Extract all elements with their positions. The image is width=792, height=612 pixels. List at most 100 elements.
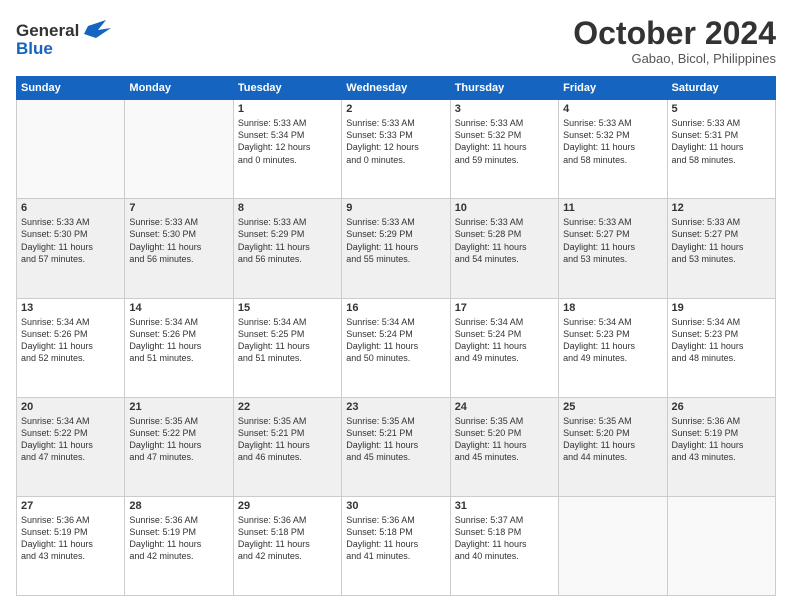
day-number: 21 (129, 401, 228, 413)
day-info: Sunrise: 5:36 AMSunset: 5:19 PMDaylight:… (21, 514, 120, 563)
day-number: 25 (563, 401, 662, 413)
logo: General Blue (16, 16, 126, 65)
day-info: Sunrise: 5:36 AMSunset: 5:19 PMDaylight:… (672, 415, 771, 464)
header: General Blue October 2024 Gabao, Bicol, … (16, 16, 776, 66)
header-wednesday: Wednesday (342, 77, 450, 100)
svg-text:Blue: Blue (16, 39, 53, 58)
day-info: Sunrise: 5:33 AMSunset: 5:32 PMDaylight:… (563, 117, 662, 166)
day-number: 15 (238, 302, 337, 314)
table-row: 7 Sunrise: 5:33 AMSunset: 5:30 PMDaylight… (125, 199, 233, 298)
calendar-week-row: 1 Sunrise: 5:33 AMSunset: 5:34 PMDaylight… (17, 100, 776, 199)
day-number: 16 (346, 302, 445, 314)
day-number: 2 (346, 103, 445, 115)
table-row: 12Sunrise: 5:33 AMSunset: 5:27 PMDayligh… (667, 199, 775, 298)
day-number: 10 (455, 202, 554, 214)
day-info: Sunrise: 5:34 AMSunset: 5:25 PMDaylight:… (238, 316, 337, 365)
day-number: 27 (21, 500, 120, 512)
calendar-week-row: 20Sunrise: 5:34 AMSunset: 5:22 PMDayligh… (17, 397, 776, 496)
calendar-header-row: Sunday Monday Tuesday Wednesday Thursday… (17, 77, 776, 100)
day-number: 14 (129, 302, 228, 314)
day-number: 28 (129, 500, 228, 512)
day-info: Sunrise: 5:33 AMSunset: 5:30 PMDaylight:… (129, 216, 228, 265)
day-info: Sunrise: 5:33 AMSunset: 5:27 PMDaylight:… (563, 216, 662, 265)
day-number: 13 (21, 302, 120, 314)
page: General Blue October 2024 Gabao, Bicol, … (0, 0, 792, 612)
day-info: Sunrise: 5:36 AMSunset: 5:19 PMDaylight:… (129, 514, 228, 563)
day-info: Sunrise: 5:35 AMSunset: 5:22 PMDaylight:… (129, 415, 228, 464)
day-info: Sunrise: 5:35 AMSunset: 5:21 PMDaylight:… (346, 415, 445, 464)
table-row: 6Sunrise: 5:33 AMSunset: 5:30 PMDaylight… (17, 199, 125, 298)
header-monday: Monday (125, 77, 233, 100)
header-tuesday: Tuesday (233, 77, 341, 100)
day-info: Sunrise: 5:33 AMSunset: 5:32 PMDaylight:… (455, 117, 554, 166)
day-number: 5 (672, 103, 771, 115)
day-number: 8 (238, 202, 337, 214)
svg-text:General: General (16, 21, 79, 40)
table-row (559, 496, 667, 595)
table-row: 25Sunrise: 5:35 AMSunset: 5:20 PMDayligh… (559, 397, 667, 496)
table-row: 10 Sunrise: 5:33 AMSunset: 5:28 PMDayligh… (450, 199, 558, 298)
table-row: 26Sunrise: 5:36 AMSunset: 5:19 PMDayligh… (667, 397, 775, 496)
day-number: 11 (563, 202, 662, 214)
header-friday: Friday (559, 77, 667, 100)
table-row: 5 Sunrise: 5:33 AMSunset: 5:31 PMDaylight… (667, 100, 775, 199)
day-info: Sunrise: 5:33 AMSunset: 5:33 PMDaylight:… (346, 117, 445, 166)
day-number: 20 (21, 401, 120, 413)
calendar-table: Sunday Monday Tuesday Wednesday Thursday… (16, 76, 776, 596)
table-row: 4 Sunrise: 5:33 AMSunset: 5:32 PMDaylight… (559, 100, 667, 199)
calendar-week-row: 6Sunrise: 5:33 AMSunset: 5:30 PMDaylight… (17, 199, 776, 298)
calendar-week-row: 13 Sunrise: 5:34 AMSunset: 5:26 PMDayligh… (17, 298, 776, 397)
day-info: Sunrise: 5:35 AMSunset: 5:21 PMDaylight:… (238, 415, 337, 464)
header-thursday: Thursday (450, 77, 558, 100)
table-row: 18 Sunrise: 5:34 AMSunset: 5:23 PMDayligh… (559, 298, 667, 397)
day-info: Sunrise: 5:33 AMSunset: 5:29 PMDaylight:… (346, 216, 445, 265)
day-number: 17 (455, 302, 554, 314)
day-info: Sunrise: 5:34 AMSunset: 5:23 PMDaylight:… (563, 316, 662, 365)
table-row: 1 Sunrise: 5:33 AMSunset: 5:34 PMDaylight… (233, 100, 341, 199)
day-number: 24 (455, 401, 554, 413)
day-number: 9 (346, 202, 445, 214)
day-number: 4 (563, 103, 662, 115)
day-info: Sunrise: 5:36 AMSunset: 5:18 PMDaylight:… (346, 514, 445, 563)
table-row: 14 Sunrise: 5:34 AMSunset: 5:26 PMDayligh… (125, 298, 233, 397)
location-subtitle: Gabao, Bicol, Philippines (573, 51, 776, 66)
day-info: Sunrise: 5:34 AMSunset: 5:23 PMDaylight:… (672, 316, 771, 365)
table-row: 17 Sunrise: 5:34 AMSunset: 5:24 PMDayligh… (450, 298, 558, 397)
table-row (17, 100, 125, 199)
table-row: 15 Sunrise: 5:34 AMSunset: 5:25 PMDayligh… (233, 298, 341, 397)
day-info: Sunrise: 5:34 AMSunset: 5:26 PMDaylight:… (21, 316, 120, 365)
day-number: 1 (238, 103, 337, 115)
header-saturday: Saturday (667, 77, 775, 100)
day-info: Sunrise: 5:33 AMSunset: 5:29 PMDaylight:… (238, 216, 337, 265)
day-number: 19 (672, 302, 771, 314)
header-sunday: Sunday (17, 77, 125, 100)
day-info: Sunrise: 5:34 AMSunset: 5:24 PMDaylight:… (346, 316, 445, 365)
day-number: 7 (129, 202, 228, 214)
table-row: 11 Sunrise: 5:33 AMSunset: 5:27 PMDayligh… (559, 199, 667, 298)
title-block: October 2024 Gabao, Bicol, Philippines (573, 16, 776, 66)
day-info: Sunrise: 5:33 AMSunset: 5:34 PMDaylight:… (238, 117, 337, 166)
table-row: 30Sunrise: 5:36 AMSunset: 5:18 PMDayligh… (342, 496, 450, 595)
day-info: Sunrise: 5:34 AMSunset: 5:26 PMDaylight:… (129, 316, 228, 365)
table-row: 23 Sunrise: 5:35 AMSunset: 5:21 PMDayligh… (342, 397, 450, 496)
table-row: 20Sunrise: 5:34 AMSunset: 5:22 PMDayligh… (17, 397, 125, 496)
table-row (125, 100, 233, 199)
day-number: 12 (672, 202, 771, 214)
table-row: 29Sunrise: 5:36 AMSunset: 5:18 PMDayligh… (233, 496, 341, 595)
day-number: 23 (346, 401, 445, 413)
day-info: Sunrise: 5:36 AMSunset: 5:18 PMDaylight:… (238, 514, 337, 563)
day-number: 31 (455, 500, 554, 512)
table-row: 22Sunrise: 5:35 AMSunset: 5:21 PMDayligh… (233, 397, 341, 496)
day-info: Sunrise: 5:35 AMSunset: 5:20 PMDaylight:… (455, 415, 554, 464)
table-row: 31Sunrise: 5:37 AMSunset: 5:18 PMDayligh… (450, 496, 558, 595)
day-number: 18 (563, 302, 662, 314)
calendar-week-row: 27 Sunrise: 5:36 AMSunset: 5:19 PMDayligh… (17, 496, 776, 595)
table-row: 9 Sunrise: 5:33 AMSunset: 5:29 PMDaylight… (342, 199, 450, 298)
day-info: Sunrise: 5:33 AMSunset: 5:28 PMDaylight:… (455, 216, 554, 265)
table-row: 3Sunrise: 5:33 AMSunset: 5:32 PMDaylight… (450, 100, 558, 199)
day-info: Sunrise: 5:33 AMSunset: 5:31 PMDaylight:… (672, 117, 771, 166)
day-info: Sunrise: 5:34 AMSunset: 5:24 PMDaylight:… (455, 316, 554, 365)
logo-svg: General Blue (16, 16, 126, 60)
month-title: October 2024 (573, 16, 776, 51)
day-info: Sunrise: 5:33 AMSunset: 5:30 PMDaylight:… (21, 216, 120, 265)
